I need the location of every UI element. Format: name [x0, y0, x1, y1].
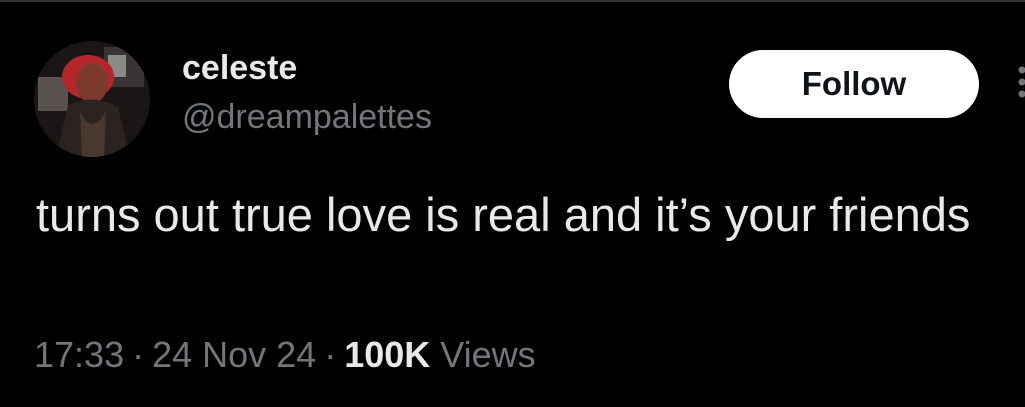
views-label: Views: [440, 334, 536, 375]
separator: ·: [324, 334, 337, 375]
author-display-name[interactable]: celeste: [182, 48, 297, 88]
author-handle[interactable]: @dreampalettes: [182, 97, 432, 137]
tweet-text: turns out true love is real and it’s you…: [36, 188, 971, 241]
separator: ·: [132, 334, 145, 375]
profile-photo-icon: [34, 41, 150, 157]
avatar[interactable]: [34, 41, 150, 157]
follow-button[interactable]: Follow: [729, 50, 979, 118]
more-vertical-icon[interactable]: [1012, 64, 1025, 104]
tweet-date[interactable]: 24 Nov 24: [152, 334, 316, 375]
top-divider: [0, 0, 1025, 2]
tweet-meta: 17:33 · 24 Nov 24 · 100K Views: [34, 334, 536, 376]
tweet-time[interactable]: 17:33: [34, 334, 124, 375]
views-count: 100K: [344, 334, 431, 375]
